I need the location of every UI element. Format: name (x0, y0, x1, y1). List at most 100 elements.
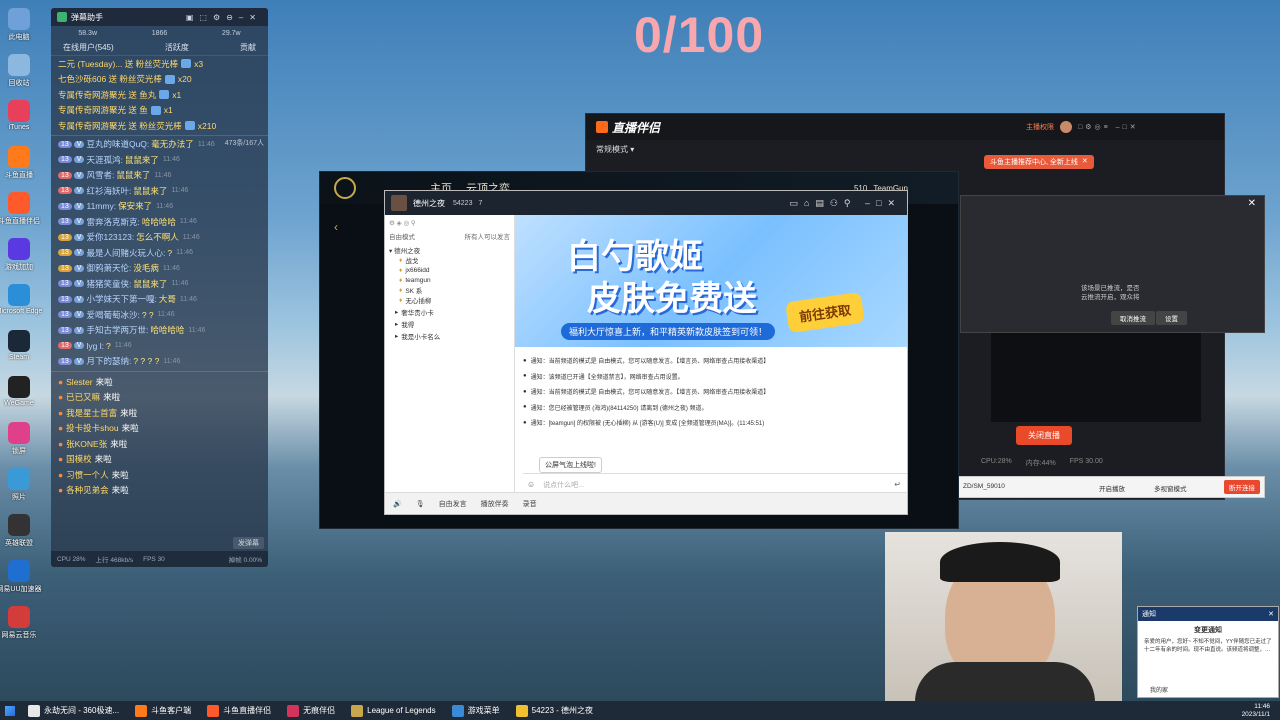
taskbar-app[interactable]: 游戏菜单 (444, 701, 508, 720)
host-permission-label[interactable]: 主播权限 (1026, 122, 1054, 132)
join-username[interactable]: 张KONE张 (66, 438, 107, 450)
chat-username[interactable]: 豆丸的味道QuQ: (86, 138, 149, 150)
taskbar-app[interactable]: 斗鱼直播伴侣 (199, 701, 279, 720)
cancel-stream-button[interactable]: 取消推流 (1111, 311, 1155, 325)
public-screen-button[interactable]: 公屏气泡上线啦! (539, 457, 602, 473)
desktop-icon[interactable]: 游戏加加 (4, 238, 34, 272)
chat-username[interactable]: 小学妹天下第一嘎: (86, 293, 156, 305)
desktop-icon[interactable]: 锁屏 (4, 422, 34, 456)
chat-message: 13 V 11mmy: 保安来了 11:46 (51, 199, 268, 215)
close-icon[interactable]: ✕ (1248, 198, 1256, 209)
my-home-link[interactable]: 我的家 (1150, 685, 1168, 694)
chat-username[interactable]: 手知古学两万世: (86, 324, 148, 336)
join-username[interactable]: 投卡投卡shou (66, 422, 118, 434)
mode-select[interactable]: 常规模式 ▾ (596, 144, 634, 155)
send-icon[interactable]: ↵ (894, 480, 901, 489)
desktop-icon[interactable]: Microsoft Edge (0, 284, 42, 315)
desktop-icon-label: 游戏加加 (5, 264, 33, 271)
settings-button[interactable]: 设置 (1156, 311, 1187, 325)
chat-username[interactable]: 爱你123123: (86, 231, 134, 243)
sub-channel[interactable]: ▸ 我得 (389, 319, 510, 329)
notice-text: 通知：当前频道的模式是 自由模式，您可以随意发言。【增言员、网络审查占用接收渠道… (530, 359, 770, 366)
window-controls[interactable]: ▣⬚⚙⊖–✕ (186, 13, 262, 22)
channel-user[interactable]: ♦ teamgun (389, 275, 510, 285)
close-live-button[interactable]: 关闭直播 (1016, 426, 1072, 445)
chat-username[interactable]: 最是人间赌火玩人心: (86, 247, 165, 259)
join-username[interactable]: 各种见弟会 (66, 484, 109, 496)
desktop-icon[interactable]: 斗鱼直播 (4, 146, 34, 180)
record-button[interactable]: 录音 (523, 499, 537, 509)
mic-icon[interactable]: 🎙 (416, 500, 425, 508)
taskbar-app[interactable]: 54223 - 德州之夜 (508, 701, 601, 720)
taskbar-app[interactable]: League of Legends (343, 701, 444, 720)
speaker-icon[interactable]: 🔊 (393, 500, 402, 508)
banner-cta-button[interactable]: 前往获取 (785, 291, 865, 334)
chat-message: 13 V 雷奔洛克斯克: 哈哈哈哈 11:46 (51, 214, 268, 230)
clock[interactable]: 11:46 2023/11/1 (1242, 703, 1280, 719)
taskbar-app[interactable]: 永劫无间 - 360极速... (20, 701, 127, 720)
checkbox-multiview[interactable]: 多视窗模式 (1154, 483, 1187, 493)
sub-channel[interactable]: ▸ 奢华贵小卡 (389, 307, 510, 317)
app-icon (8, 560, 30, 582)
yy-window-controls[interactable]: ▭⌂▤⚇⚲ –□✕ (789, 198, 901, 209)
join-username[interactable]: 国模校 (66, 453, 92, 465)
channel-user[interactable]: ♦ 无心插柳 (389, 295, 510, 306)
gift-line: 专属传奇网游聚光 送 鱼丸 x1 (51, 87, 268, 103)
promo-banner[interactable]: 白勺歌姬 皮肤免费送 福利大厅惊喜上新，和平精英新款皮肤签到可领！ 前往获取 (515, 215, 907, 347)
lol-logo-icon[interactable] (334, 177, 356, 199)
chat-username[interactable]: 月下的瑟纳: (86, 355, 131, 367)
drop-rate: 掉帧 0.00% (228, 557, 262, 564)
accompaniment-button[interactable]: 播放伴奏 (481, 499, 509, 509)
desktop-icon[interactable]: 斗鱼直播伴侣 (0, 192, 40, 226)
channel-user[interactable]: ♦ 战戈 (389, 255, 510, 266)
chat-username[interactable]: 风雪者: (86, 169, 114, 181)
channel-toolbar[interactable]: ⚙ ◈ ◎ ⚲ (389, 219, 510, 227)
desktop-icon[interactable]: Steam (4, 330, 34, 361)
join-username[interactable]: Slester (66, 377, 92, 387)
back-arrow-icon[interactable]: ‹ (334, 220, 338, 234)
chat-username[interactable]: 御鸦萧天伦: (86, 262, 131, 274)
send-danmaku-button[interactable]: 发弹幕 (233, 537, 264, 549)
chat-username[interactable]: 猪猪笑童侠: (86, 278, 131, 290)
channel-user[interactable]: ♦ SK 系 (389, 285, 510, 296)
desktop-icon[interactable]: 回收站 (4, 54, 34, 88)
channel-name[interactable]: ▾ 德州之夜 (389, 245, 510, 255)
join-list: ● Slester 来啦 ● 已已又嘛 来啦 ● 我是星士首富 来啦 ● 投卡投卡shou 来啦 ● 张K… (51, 374, 268, 498)
checkbox-play[interactable]: 开启播放 (1099, 483, 1125, 493)
desktop-icon[interactable]: 照片 (4, 468, 34, 502)
join-username[interactable]: 已已又嘛 (66, 391, 100, 403)
close-icon[interactable]: ✕ (1268, 610, 1274, 618)
taskbar-app[interactable]: 无痕伴侣 (279, 701, 343, 720)
free-speak-button[interactable]: 自由发言 (439, 499, 467, 509)
notice-text: 通知：当前频道的模式是 自由模式，您可以随意发言。【增言员、网络审查占用接收渠道… (530, 390, 770, 397)
chat-username[interactable]: 天涯孤鸿: (86, 154, 122, 166)
chat-input[interactable]: 说点什么吧... (543, 480, 584, 490)
start-icon[interactable] (0, 701, 20, 720)
tab-contribution[interactable]: 贡献 (240, 42, 256, 53)
join-username[interactable]: 我是星士首富 (66, 407, 117, 419)
sub-channel[interactable]: ▸ 我是小卡名么 (389, 331, 510, 341)
tab-online-users[interactable]: 在线用户(545) (63, 42, 114, 53)
join-username[interactable]: 习惯一个人 (66, 469, 109, 481)
emoji-icon[interactable]: ☺ (527, 480, 535, 489)
desktop-icon[interactable]: 网易UU加速器 (0, 560, 42, 594)
chat-username[interactable]: 11mmy: (86, 201, 116, 211)
chat-username[interactable]: 雷奔洛克斯克: (86, 216, 139, 228)
taskbar-app[interactable]: 斗鱼客户端 (127, 701, 199, 720)
notice-banner[interactable]: 斗鱼主播推荐中心, 全新上线 ✕ (984, 155, 1094, 169)
stream-url[interactable]: ZD/SM_59010 (963, 483, 1005, 490)
start-stream-button[interactable]: 断开连接 (1224, 480, 1260, 494)
chat-username[interactable]: 爱喝葡萄冰沙: (86, 309, 139, 321)
bullet-icon: ● (523, 357, 527, 364)
desktop-icon[interactable]: 此电脑 (4, 8, 34, 42)
channel-user[interactable]: ♦ jx666idd (389, 265, 510, 275)
desktop-icon[interactable]: 网易云音乐 (2, 606, 37, 640)
desktop-icon[interactable]: WeGame (4, 376, 34, 407)
avatar[interactable] (1060, 121, 1072, 133)
tab-activity[interactable]: 活跃度 (165, 42, 189, 53)
chat-username[interactable]: 红衫海妖叶: (86, 185, 131, 197)
toolbar-icons[interactable]: □⚙◎≡ –□✕ (1078, 123, 1139, 131)
chat-username[interactable]: lyg l: (86, 341, 103, 351)
desktop-icon[interactable]: 英雄联盟 (4, 514, 34, 548)
desktop-icon[interactable]: iTunes (4, 100, 34, 131)
